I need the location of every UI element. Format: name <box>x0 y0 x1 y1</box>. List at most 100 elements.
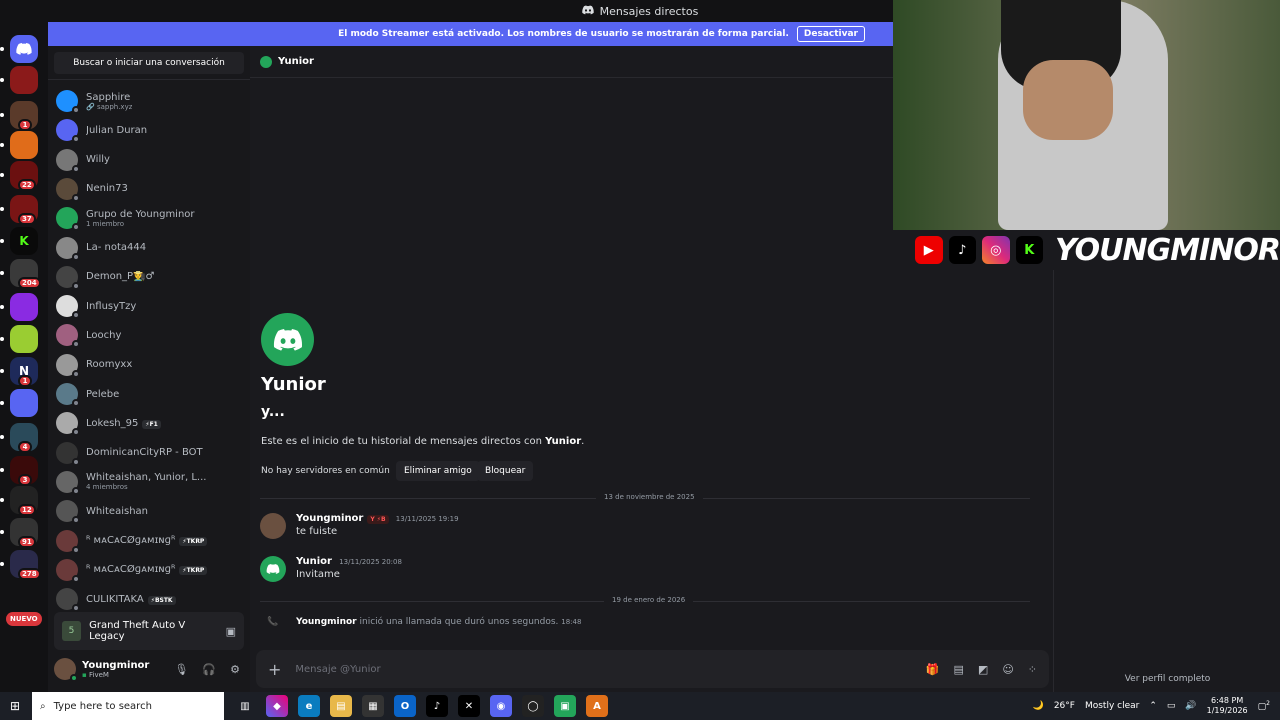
volume-icon[interactable]: 🔊 <box>1185 701 1196 711</box>
kick-icon: K <box>1015 236 1043 264</box>
message-author[interactable]: Youngminor <box>296 513 363 524</box>
clock[interactable]: 6:48 PM 1/19/2026 <box>1207 696 1248 716</box>
new-badge[interactable]: NUEVO <box>6 612 42 626</box>
dm-list-item[interactable]: Demon_P👨‍🌾♂ <box>56 264 244 290</box>
dm-list-item[interactable]: Pelebe <box>56 381 244 407</box>
dm-list-item[interactable]: Loochy <box>56 322 244 349</box>
clock-date: 1/19/2026 <box>1206 706 1248 715</box>
view-full-profile-link[interactable]: Ver perfil completo <box>1054 674 1280 684</box>
dm-name: Demon_P👨‍🌾♂ <box>86 271 155 283</box>
gif-icon[interactable]: ▤ <box>954 663 964 676</box>
weather-temp[interactable]: 26°F <box>1054 701 1075 711</box>
server-icon[interactable] <box>10 131 38 159</box>
gift-icon[interactable]: 🎁 <box>926 663 940 676</box>
discord-icon <box>581 5 594 18</box>
message-input[interactable]: Mensaje @Yunior <box>295 664 380 675</box>
chat-header-name: Yunior <box>278 56 314 67</box>
network-icon[interactable]: ▭ <box>1167 701 1176 711</box>
dm-list-item[interactable]: Grupo de Youngminor 1 miembro <box>56 205 244 232</box>
weather-description[interactable]: Mostly clear <box>1085 701 1139 711</box>
dm-list-item[interactable]: Nenin73 <box>56 176 244 202</box>
emoji-icon[interactable]: ☺ <box>1002 663 1013 676</box>
disable-streamer-button[interactable]: Desactivar <box>796 26 865 42</box>
avatar[interactable] <box>54 658 78 682</box>
capcut-icon[interactable]: ✕ <box>458 695 480 717</box>
dm-list-item[interactable]: La- nota444 <box>56 235 244 261</box>
outlook-icon[interactable]: O <box>394 695 416 717</box>
kick-icon[interactable]: K <box>10 227 38 255</box>
app-icon[interactable]: ▣ <box>554 695 576 717</box>
headphones-icon[interactable]: 🎧 <box>202 663 216 676</box>
app-icon[interactable]: ◯ <box>522 695 544 717</box>
message-content: Youngminor Y ⚡B 13/11/2025 19:19 te fuist… <box>296 513 459 539</box>
tiktok-app-icon[interactable]: ♪ <box>426 695 448 717</box>
file-explorer-icon[interactable]: ▤ <box>330 695 352 717</box>
webcam-image <box>893 0 1280 230</box>
dm-list-item[interactable]: Sapphire 🔗 sapph.xyz <box>56 88 244 114</box>
user-info[interactable]: Youngminor ▪ FiveM <box>82 660 149 679</box>
status-indicator <box>72 604 80 613</box>
dm-list-item[interactable]: Julian Duran <box>56 117 244 144</box>
store-icon[interactable]: ▦ <box>362 695 384 717</box>
sticker-icon[interactable]: ◩ <box>978 663 988 676</box>
chevron-up-icon[interactable]: ⌃ <box>1149 701 1157 711</box>
message-author[interactable]: Yunior <box>296 556 332 567</box>
call-message: 📞 Youngminor inició una llamada que duró… <box>260 617 581 627</box>
system-tray: 🌙 26°F Mostly clear ⌃ ▭ 🔊 6:48 PM 1/19/2… <box>1033 696 1280 716</box>
message-time: 13/11/2025 20:08 <box>339 558 402 566</box>
edge-icon[interactable]: e <box>298 695 320 717</box>
block-button[interactable]: Bloquear <box>477 461 534 481</box>
app-icon[interactable]: A <box>586 695 608 717</box>
gear-icon[interactable]: ⚙ <box>230 663 240 676</box>
tiktok-icon: ♪ <box>948 236 976 264</box>
mention-badge: 91 <box>18 536 36 548</box>
dm-text: CULIKITAKA ⚡BSTK <box>86 594 176 605</box>
server-rail: 1 22 37 K 204 N 1 4 3 12 91 278 NUEVO <box>0 22 48 692</box>
windows-start-icon[interactable]: ⊞ <box>10 699 20 713</box>
server-icon[interactable] <box>10 325 38 353</box>
dm-list-item[interactable]: ᴿ ᴍᴀĈᴀĈØɡᴀᴍɪɴɡᴿ ⚡TKRP <box>56 528 244 554</box>
message-composer[interactable]: + Mensaje @Yunior 🎁 ▤ ◩ ☺ ⁘ <box>256 650 1049 688</box>
dm-list-item[interactable]: Willy <box>56 147 244 173</box>
screen-share-icon[interactable]: ▣ <box>226 625 236 638</box>
dm-sidebar: Buscar o iniciar una conversación Sapphi… <box>48 46 250 692</box>
discord-app-icon[interactable]: ◉ <box>490 695 512 717</box>
message-text: Invitame <box>296 569 340 580</box>
dm-list-item[interactable]: InflusyTzy <box>56 293 244 320</box>
message-avatar[interactable] <box>260 513 286 539</box>
unread-indicator <box>0 530 4 534</box>
dm-list-item[interactable]: ᴿ ᴍᴀĈᴀĈØɡᴀᴍɪɴɡᴿ ⚡TKRP <box>56 557 244 583</box>
dm-list-item[interactable]: Roomyxx <box>56 352 244 378</box>
avatar <box>56 529 80 554</box>
taskbar-search-input[interactable]: ⌕ Type here to search <box>32 692 224 720</box>
youtube-icon: ▶ <box>915 236 943 264</box>
server-icon[interactable] <box>10 66 38 94</box>
apps-icon[interactable]: ⁘ <box>1028 663 1037 676</box>
avatar <box>56 236 80 261</box>
discord-home-icon[interactable] <box>10 35 38 63</box>
dm-list-item[interactable]: Whiteaishan <box>56 498 244 525</box>
dm-list-item[interactable]: CULIKITAKA ⚡BSTK <box>56 586 244 613</box>
dm-list-item[interactable]: Lokesh_95 ⚡F1 <box>56 410 244 437</box>
microphone-icon[interactable]: 🎙 <box>174 663 188 676</box>
unread-indicator <box>0 468 4 472</box>
copilot-icon[interactable]: ◆ <box>266 695 288 717</box>
dm-search-input[interactable]: Buscar o iniciar una conversación <box>54 52 244 74</box>
dm-text: ᴿ ᴍᴀĈᴀĈØɡᴀᴍɪɴɡᴿ ⚡TKRP <box>86 564 208 576</box>
server-icon[interactable] <box>10 389 38 417</box>
notification-icon[interactable]: ▢2 <box>1258 700 1270 712</box>
message-2: Yunior 13/11/2025 20:08 Invitame <box>260 556 402 582</box>
dm-list-item[interactable]: Whiteaishan, Yunior, L... 4 miembros <box>56 469 244 495</box>
dm-list-item[interactable]: DominicanCityRP - BOT <box>56 440 244 466</box>
dm-name: Whiteaishan, Yunior, L... <box>86 472 207 484</box>
status-indicator <box>72 193 80 202</box>
dm-name: Lokesh_95 <box>86 417 139 429</box>
call-author[interactable]: Youngminor <box>296 617 357 627</box>
server-icon[interactable] <box>10 293 38 321</box>
activity-panel[interactable]: 5 Grand Theft Auto V Legacy ▣ <box>54 612 244 650</box>
task-view-icon[interactable]: ▥ <box>234 695 256 717</box>
plus-icon[interactable]: + <box>268 660 281 679</box>
message-avatar[interactable] <box>260 556 286 582</box>
remove-friend-button[interactable]: Eliminar amigo <box>396 461 480 481</box>
call-time: 18:48 <box>561 618 582 626</box>
